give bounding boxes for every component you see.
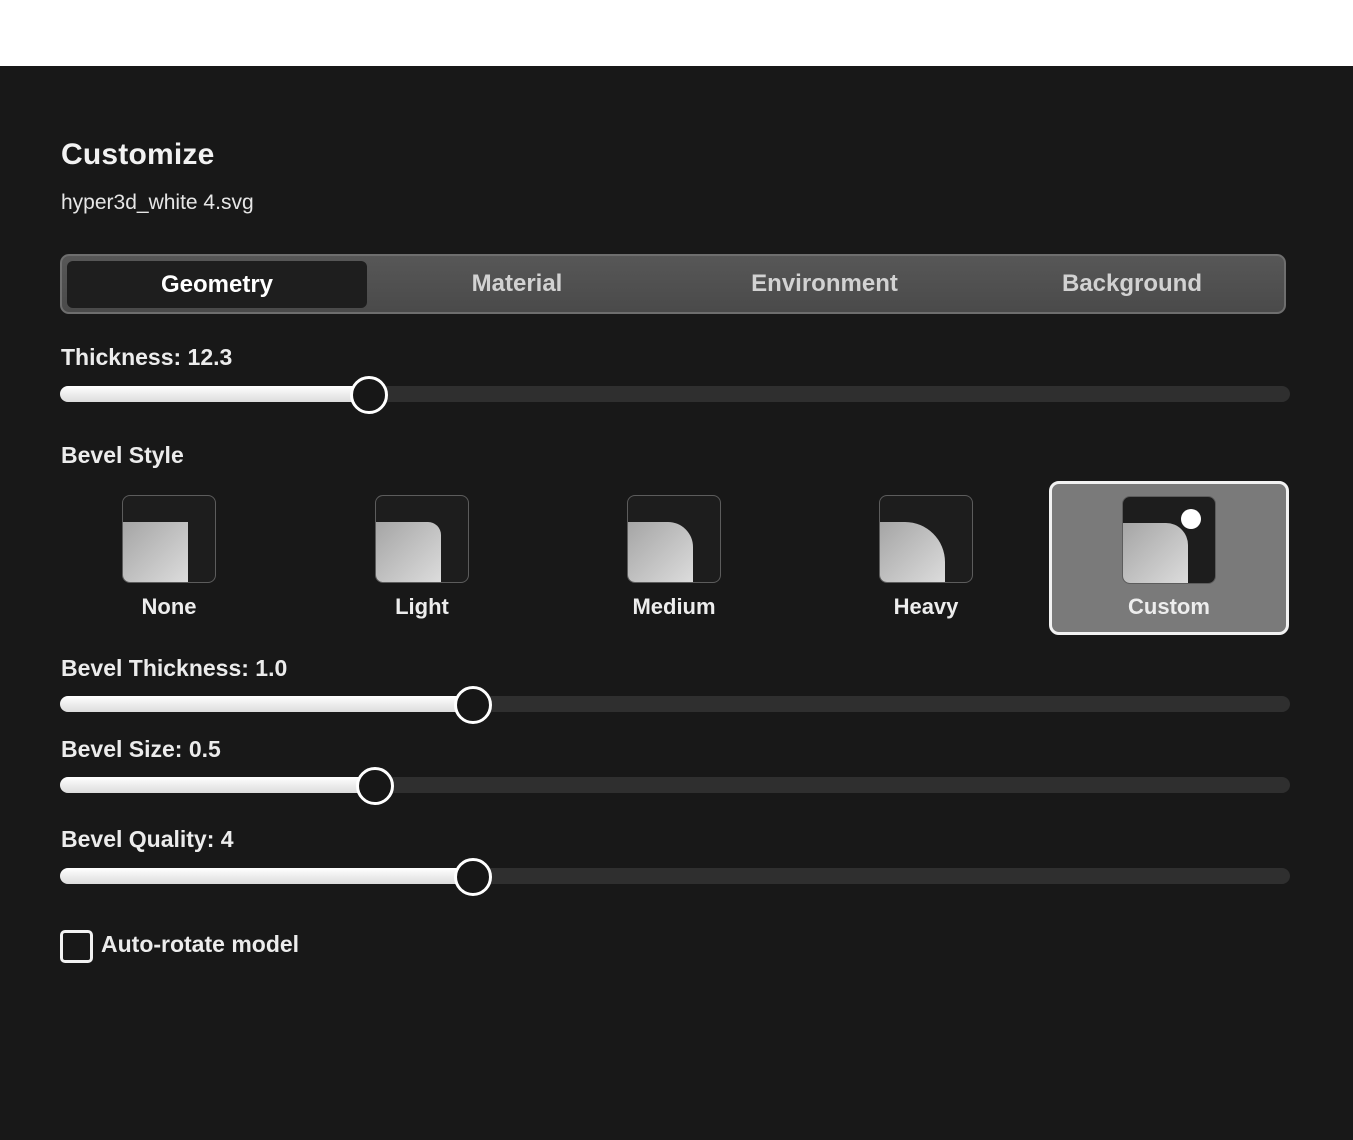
file-name: hyper3d_white 4.svg (61, 191, 254, 214)
bevel-size-slider[interactable] (60, 767, 1290, 805)
tab-environment[interactable]: Environment (667, 256, 982, 312)
custom-dot-icon (1181, 509, 1201, 529)
tab-material[interactable]: Material (367, 256, 667, 312)
slider-fill (60, 386, 368, 402)
bevel-option-label: Heavy (893, 594, 959, 619)
bevel-option-label: Light (395, 594, 449, 619)
bevel-custom-icon (1122, 496, 1216, 584)
bevel-light-icon (375, 495, 469, 583)
bevel-option-medium[interactable]: Medium (554, 481, 794, 635)
bevel-option-none[interactable]: None (49, 481, 289, 635)
slider-thumb[interactable] (349, 376, 388, 414)
bevel-thickness-label: Bevel Thickness: 1.0 (61, 655, 288, 681)
bevel-style-label: Bevel Style (61, 442, 184, 468)
slider-fill (60, 868, 473, 884)
bevel-quality-label: Bevel Quality: 4 (61, 826, 234, 852)
bevel-heavy-icon (879, 495, 973, 583)
bevel-option-label: Medium (632, 594, 716, 619)
auto-rotate-checkbox[interactable] (60, 930, 93, 963)
bevel-option-label: Custom (1128, 594, 1210, 619)
thickness-slider[interactable] (60, 376, 1290, 414)
bevel-size-label: Bevel Size: 0.5 (61, 736, 221, 762)
bevel-quality-slider[interactable] (60, 858, 1290, 896)
slider-thumb[interactable] (355, 767, 394, 805)
slider-thumb[interactable] (454, 858, 493, 896)
bevel-option-label: None (141, 594, 197, 619)
slider-thumb[interactable] (454, 686, 493, 724)
tab-geometry[interactable]: Geometry (67, 261, 367, 308)
tab-background[interactable]: Background (982, 256, 1282, 312)
bevel-option-heavy[interactable]: Heavy (806, 481, 1046, 635)
slider-fill (60, 696, 473, 712)
bevel-none-icon (122, 495, 216, 583)
bevel-option-light[interactable]: Light (302, 481, 542, 635)
panel-title: Customize (61, 138, 215, 171)
bevel-medium-icon (627, 495, 721, 583)
bevel-option-custom[interactable]: Custom (1049, 481, 1289, 635)
slider-fill (60, 777, 374, 793)
tab-bar: Geometry Material Environment Background (60, 254, 1286, 314)
bevel-thickness-slider[interactable] (60, 686, 1290, 724)
thickness-label: Thickness: 12.3 (61, 344, 233, 370)
auto-rotate-label: Auto-rotate model (101, 931, 300, 957)
